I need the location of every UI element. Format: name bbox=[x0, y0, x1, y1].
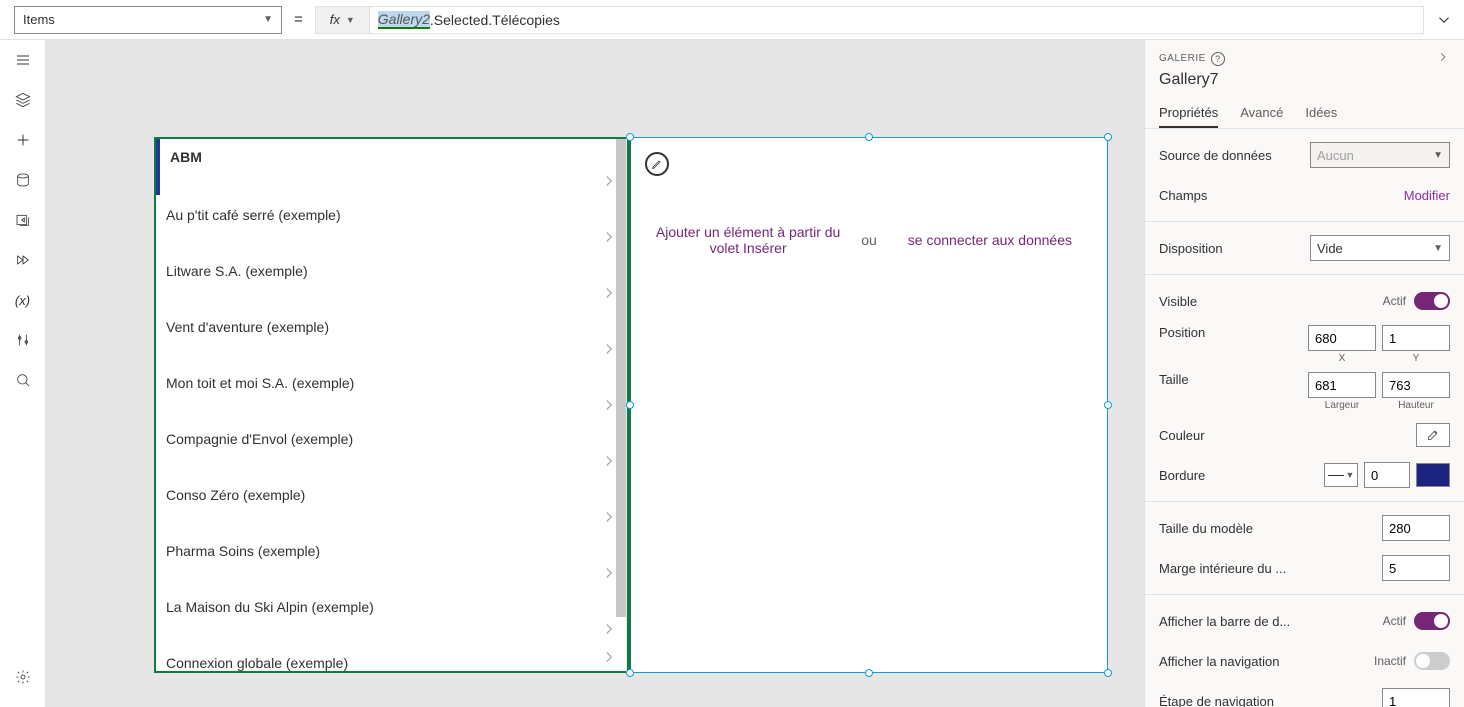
flows-icon[interactable] bbox=[0, 240, 46, 280]
chevron-down-icon: ▼ bbox=[1433, 150, 1443, 161]
list-item: Conso Zéro (exemple) bbox=[156, 475, 626, 531]
expand-formula-button[interactable] bbox=[1424, 0, 1464, 40]
chevron-down-icon: ▼ bbox=[263, 14, 273, 25]
hamburger-icon[interactable] bbox=[0, 40, 46, 80]
property-name: Items bbox=[23, 12, 55, 27]
settings-gear-icon[interactable] bbox=[0, 657, 46, 697]
template-size-label: Taille du modèle bbox=[1159, 521, 1253, 536]
position-y-input[interactable] bbox=[1382, 325, 1450, 351]
chevron-down-icon: ▼ bbox=[346, 15, 355, 25]
list-item: ABM bbox=[156, 139, 626, 195]
resize-handle[interactable] bbox=[1104, 401, 1112, 409]
y-label: Y bbox=[1382, 353, 1450, 364]
data-icon[interactable] bbox=[0, 160, 46, 200]
list-item: Pharma Soins (exemple) bbox=[156, 531, 626, 587]
fields-label: Champs bbox=[1159, 188, 1207, 203]
resize-handle[interactable] bbox=[626, 669, 634, 677]
height-label: Hauteur bbox=[1382, 400, 1450, 411]
height-input[interactable] bbox=[1382, 372, 1450, 398]
left-rail: (x) bbox=[0, 40, 46, 707]
edit-fields-link[interactable]: Modifier bbox=[1404, 188, 1450, 203]
datasource-label: Source de données bbox=[1159, 148, 1272, 163]
list-item: Au p'tit café serré (exemple) bbox=[156, 195, 626, 251]
tools-icon[interactable] bbox=[0, 320, 46, 360]
gallery2-preview: ABM Au p'tit café serré (exemple) Litwar… bbox=[154, 137, 626, 673]
color-picker[interactable] bbox=[1416, 423, 1450, 447]
resize-handle[interactable] bbox=[626, 401, 634, 409]
x-label: X bbox=[1308, 353, 1376, 364]
formula-token-highlighted: Gallery2 bbox=[378, 11, 430, 29]
nav-step-input[interactable] bbox=[1382, 688, 1450, 707]
breadcrumb: GALERIE bbox=[1159, 53, 1206, 64]
connect-to-data-link[interactable]: se connecter aux données bbox=[895, 232, 1085, 248]
fx-label: fx bbox=[330, 12, 340, 27]
list-item: Litware S.A. (exemple) bbox=[156, 251, 626, 307]
variables-icon[interactable]: (x) bbox=[0, 280, 46, 320]
template-size-input[interactable] bbox=[1382, 515, 1450, 541]
visible-state: Actif bbox=[1383, 294, 1406, 308]
position-label: Position bbox=[1159, 325, 1205, 340]
insert-from-pane-link[interactable]: Ajouter un élément à partir du volet Ins… bbox=[653, 224, 843, 256]
chevron-down-icon: ▼ bbox=[1433, 243, 1443, 254]
template-padding-input[interactable] bbox=[1382, 555, 1450, 581]
canvas-area[interactable]: ABM Au p'tit café serré (exemple) Litwar… bbox=[46, 40, 1144, 707]
color-label: Couleur bbox=[1159, 428, 1205, 443]
nav-state: Inactif bbox=[1374, 654, 1406, 668]
show-scrollbar-toggle[interactable] bbox=[1414, 612, 1450, 630]
template-padding-label: Marge intérieure du ... bbox=[1159, 561, 1286, 576]
control-name: Gallery7 bbox=[1145, 69, 1464, 99]
tab-advanced[interactable]: Avancé bbox=[1240, 99, 1283, 128]
properties-panel: GALERIE ? Gallery7 Propriétés Avancé Idé… bbox=[1144, 40, 1464, 707]
nav-step-label: Étape de navigation bbox=[1159, 694, 1274, 707]
show-scrollbar-label: Afficher la barre de d... bbox=[1159, 614, 1290, 629]
edit-pencil-icon[interactable] bbox=[645, 152, 669, 176]
show-nav-label: Afficher la navigation bbox=[1159, 654, 1279, 669]
scrollbar-thumb[interactable] bbox=[616, 139, 626, 617]
border-thickness-input[interactable] bbox=[1364, 462, 1410, 488]
formula-rest: .Selected.Télécopies bbox=[430, 12, 560, 28]
width-label: Largeur bbox=[1308, 400, 1376, 411]
visible-label: Visible bbox=[1159, 294, 1197, 309]
gallery7-selection[interactable]: Ajouter un élément à partir du volet Ins… bbox=[630, 137, 1108, 673]
property-selector[interactable]: Items ▼ bbox=[14, 6, 282, 34]
resize-handle[interactable] bbox=[1104, 669, 1112, 677]
collapse-panel-icon[interactable] bbox=[1436, 50, 1450, 67]
fx-button[interactable]: fx ▼ bbox=[315, 6, 369, 34]
resize-handle[interactable] bbox=[1104, 133, 1112, 141]
equals-sign: = bbox=[294, 11, 303, 28]
visible-toggle[interactable] bbox=[1414, 292, 1450, 310]
search-icon[interactable] bbox=[0, 360, 46, 400]
position-x-input[interactable] bbox=[1308, 325, 1376, 351]
width-input[interactable] bbox=[1308, 372, 1376, 398]
chevron-right-icon bbox=[600, 620, 618, 641]
tab-ideas[interactable]: Idées bbox=[1305, 99, 1337, 128]
list-item: Compagnie d'Envol (exemple) bbox=[156, 419, 626, 475]
datasource-dropdown[interactable]: Aucun ▼ bbox=[1310, 142, 1450, 168]
layout-label: Disposition bbox=[1159, 241, 1223, 256]
list-item: Mon toit et moi S.A. (exemple) bbox=[156, 363, 626, 419]
size-label: Taille bbox=[1159, 372, 1189, 387]
info-icon[interactable]: ? bbox=[1211, 52, 1225, 66]
or-label: ou bbox=[861, 232, 877, 248]
layout-dropdown[interactable]: Vide ▼ bbox=[1310, 235, 1450, 261]
resize-handle[interactable] bbox=[865, 669, 873, 677]
border-style-dropdown[interactable]: ▼ bbox=[1324, 463, 1358, 487]
list-item: Vent d'aventure (exemple) bbox=[156, 307, 626, 363]
resize-handle[interactable] bbox=[626, 133, 634, 141]
tab-properties[interactable]: Propriétés bbox=[1159, 99, 1218, 128]
formula-input[interactable]: Gallery2.Selected.Télécopies bbox=[369, 6, 1424, 34]
list-item: La Maison du Ski Alpin (exemple) bbox=[156, 587, 626, 643]
border-label: Bordure bbox=[1159, 468, 1205, 483]
plus-icon[interactable] bbox=[0, 120, 46, 160]
border-color-picker[interactable] bbox=[1416, 463, 1450, 487]
media-icon[interactable] bbox=[0, 200, 46, 240]
scrollbar-state: Actif bbox=[1383, 614, 1406, 628]
chevron-right-icon bbox=[600, 648, 618, 669]
tree-view-icon[interactable] bbox=[0, 80, 46, 120]
list-item: Connexion globale (exemple) bbox=[156, 643, 626, 671]
resize-handle[interactable] bbox=[865, 133, 873, 141]
show-nav-toggle[interactable] bbox=[1414, 652, 1450, 670]
